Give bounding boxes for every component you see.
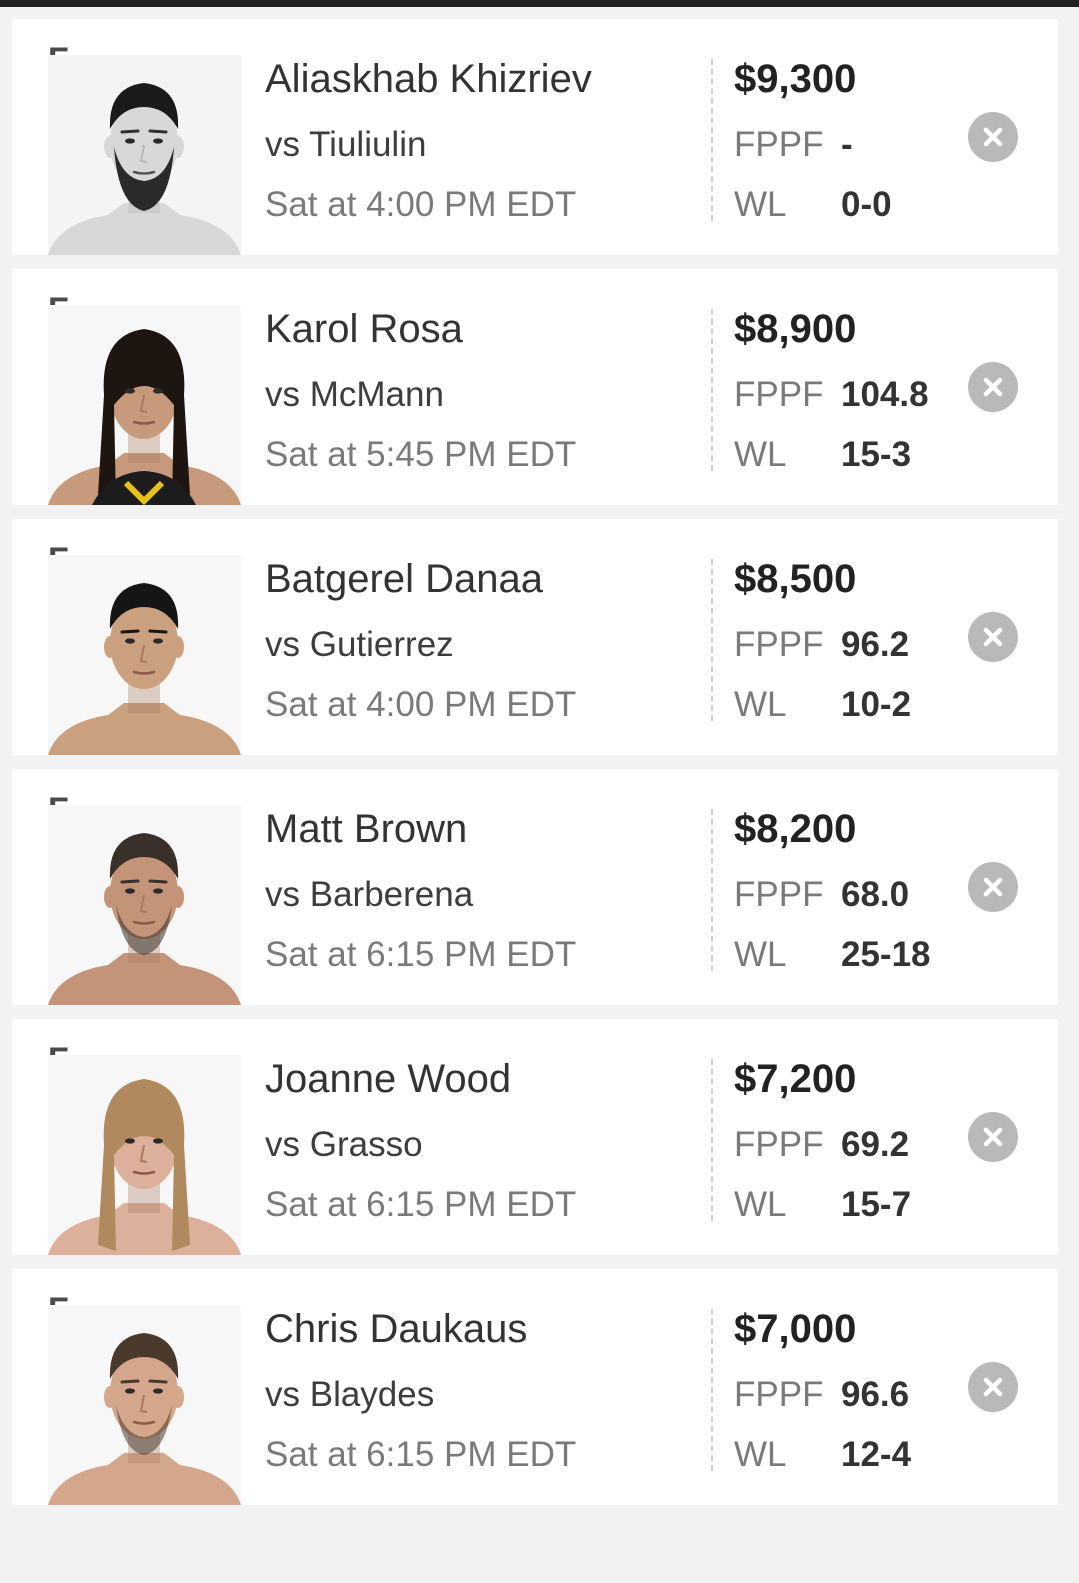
player-photo: [48, 555, 241, 755]
player-card[interactable]: F Matt Brown vs Barberena Sat at 6:15 PM…: [12, 769, 1058, 1005]
fppf-value: -: [841, 125, 853, 164]
player-name[interactable]: Batgerel Danaa: [265, 557, 543, 602]
roster-list: F Aliaskhab Khizriev vs Tiuliulin Sat at…: [12, 19, 1058, 1519]
remove-player-button[interactable]: [968, 1362, 1018, 1412]
opponent-text: vs Tiuliulin: [265, 125, 427, 164]
fppf-label: FPPF: [734, 1125, 824, 1164]
fppf-value: 104.8: [841, 375, 929, 414]
remove-player-button[interactable]: [968, 112, 1018, 162]
top-bar: [0, 0, 1079, 7]
fighter-portrait: [48, 1055, 241, 1255]
remove-player-button[interactable]: [968, 862, 1018, 912]
fppf-value: 96.2: [841, 625, 910, 664]
close-icon: [983, 377, 1003, 397]
dashed-divider: [711, 1309, 713, 1471]
fppf-label: FPPF: [734, 625, 824, 664]
opponent-text: vs Gutierrez: [265, 625, 454, 664]
salary: $7,000: [734, 1307, 857, 1351]
wl-label: WL: [734, 1185, 787, 1224]
game-time: Sat at 4:00 PM EDT: [265, 685, 577, 724]
close-icon: [983, 1127, 1003, 1147]
wl-label: WL: [734, 1435, 787, 1474]
player-photo: [48, 805, 241, 1005]
dashed-divider: [711, 809, 713, 971]
player-name[interactable]: Matt Brown: [265, 807, 467, 852]
player-photo: [48, 1305, 241, 1505]
wl-value: 10-2: [841, 685, 912, 724]
dashed-divider: [711, 559, 713, 721]
wl-value: 0-0: [841, 185, 892, 224]
remove-player-button[interactable]: [968, 1112, 1018, 1162]
player-card[interactable]: F Karol Rosa vs McMann Sat at 5:45 PM ED…: [12, 269, 1058, 505]
fppf-label: FPPF: [734, 875, 824, 914]
player-card[interactable]: F Aliaskhab Khizriev vs Tiuliulin Sat at…: [12, 19, 1058, 255]
opponent-text: vs Grasso: [265, 1125, 423, 1164]
fppf-label: FPPF: [734, 125, 824, 164]
wl-value: 15-3: [841, 435, 912, 474]
salary: $8,900: [734, 307, 857, 351]
wl-label: WL: [734, 185, 787, 224]
fppf-label: FPPF: [734, 375, 824, 414]
fighter-portrait: [48, 1305, 241, 1505]
wl-label: WL: [734, 935, 787, 974]
salary: $9,300: [734, 57, 857, 101]
salary: $8,200: [734, 807, 857, 851]
player-name[interactable]: Chris Daukaus: [265, 1307, 527, 1352]
wl-value: 25-18: [841, 935, 931, 974]
player-card[interactable]: F Batgerel Danaa vs Gutierrez Sat at 4:0…: [12, 519, 1058, 755]
game-time: Sat at 6:15 PM EDT: [265, 935, 577, 974]
fighter-portrait: [48, 55, 241, 255]
fppf-value: 68.0: [841, 875, 910, 914]
player-photo: [48, 1055, 241, 1255]
dashed-divider: [711, 1059, 713, 1221]
fighter-portrait: [48, 805, 241, 1005]
game-time: Sat at 5:45 PM EDT: [265, 435, 577, 474]
player-card[interactable]: F Joanne Wood vs Grasso Sat at 6:15 PM E…: [12, 1019, 1058, 1255]
wl-value: 15-7: [841, 1185, 912, 1224]
salary: $7,200: [734, 1057, 857, 1101]
fighter-portrait: [48, 305, 241, 505]
salary: $8,500: [734, 557, 857, 601]
close-icon: [983, 127, 1003, 147]
wl-value: 12-4: [841, 1435, 912, 1474]
game-time: Sat at 6:15 PM EDT: [265, 1185, 577, 1224]
fppf-label: FPPF: [734, 1375, 824, 1414]
remove-player-button[interactable]: [968, 612, 1018, 662]
fighter-portrait: [48, 555, 241, 755]
game-time: Sat at 4:00 PM EDT: [265, 185, 577, 224]
wl-label: WL: [734, 685, 787, 724]
opponent-text: vs Blaydes: [265, 1375, 435, 1414]
player-card[interactable]: F Chris Daukaus vs Blaydes Sat at 6:15 P…: [12, 1269, 1058, 1505]
dashed-divider: [711, 59, 713, 221]
opponent-text: vs McMann: [265, 375, 444, 414]
player-name[interactable]: Karol Rosa: [265, 307, 463, 352]
player-name[interactable]: Joanne Wood: [265, 1057, 511, 1102]
close-icon: [983, 627, 1003, 647]
wl-label: WL: [734, 435, 787, 474]
close-icon: [983, 877, 1003, 897]
remove-player-button[interactable]: [968, 362, 1018, 412]
fppf-value: 96.6: [841, 1375, 910, 1414]
dashed-divider: [711, 309, 713, 471]
player-name[interactable]: Aliaskhab Khizriev: [265, 57, 592, 102]
game-time: Sat at 6:15 PM EDT: [265, 1435, 577, 1474]
player-photo: [48, 305, 241, 505]
fppf-value: 69.2: [841, 1125, 910, 1164]
opponent-text: vs Barberena: [265, 875, 474, 914]
player-photo: [48, 55, 241, 255]
close-icon: [983, 1377, 1003, 1397]
